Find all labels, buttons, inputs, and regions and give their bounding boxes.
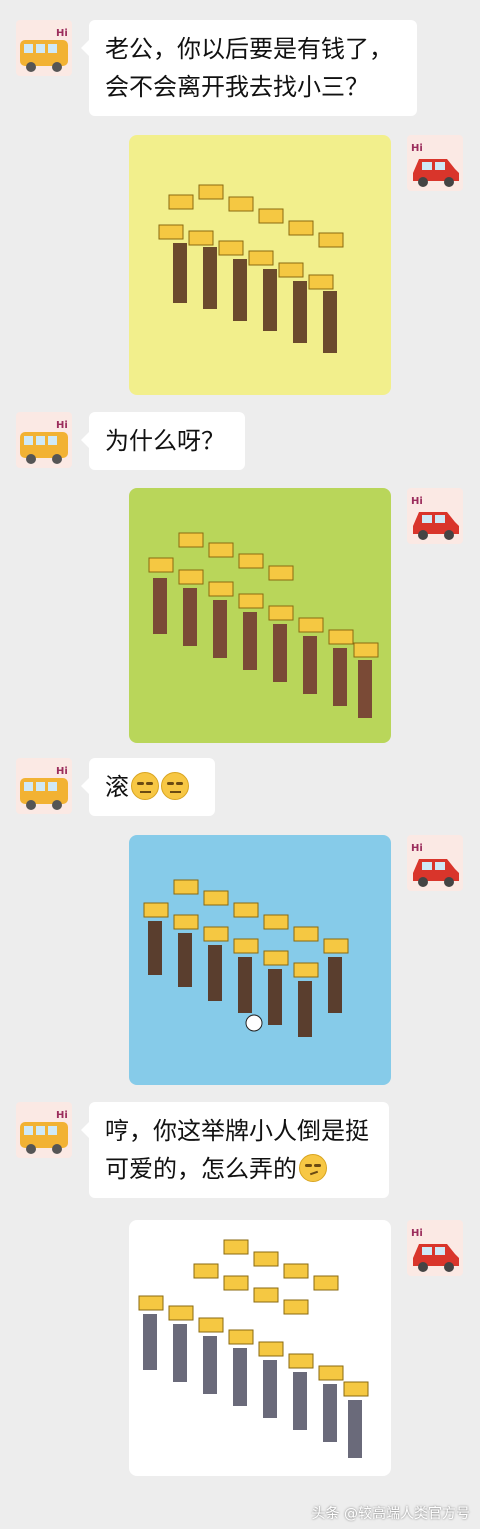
message-text-run: 滚 [105, 773, 129, 801]
message-bubble[interactable]: 为什么呀？ [81, 412, 245, 470]
unamused-face-icon [131, 772, 159, 800]
svg-text:Hi: Hi [411, 843, 423, 854]
svg-text:Hi: Hi [56, 420, 68, 431]
sign-people-sticker [129, 488, 391, 743]
red-car-icon: Hi [407, 135, 463, 191]
sign-people-sticker [129, 135, 391, 395]
svg-text:Hi: Hi [56, 28, 68, 39]
avatar-right-car[interactable]: Hi [407, 835, 463, 891]
sticker-image[interactable] [129, 835, 391, 1085]
message-text: 老公，你以后要是有钱了， [105, 35, 393, 63]
sticker-image[interactable] [129, 135, 391, 395]
message-text: 会不会离开我去找小三？ [105, 73, 369, 101]
svg-text:Hi: Hi [411, 143, 423, 154]
red-car-icon: Hi [407, 835, 463, 891]
sticker-image[interactable] [129, 488, 391, 743]
message-bubble[interactable]: 哼，你这举牌小人倒是挺 可爱的，怎么弄的 [81, 1102, 389, 1198]
avatar-right-car[interactable]: Hi [407, 1220, 463, 1276]
message-text: 可爱的，怎么弄的 [105, 1150, 373, 1188]
svg-text:Hi: Hi [56, 766, 68, 777]
avatar-left-bus[interactable]: Hi [16, 20, 72, 76]
message-bubble[interactable]: 滚 [81, 758, 215, 816]
message-text: 滚 [105, 768, 199, 806]
sticker-image[interactable] [129, 1220, 391, 1476]
watermark: 头条 @较高端人类官方号 [311, 1506, 470, 1522]
avatar-right-car[interactable]: Hi [407, 488, 463, 544]
svg-text:Hi: Hi [411, 1228, 423, 1239]
message-text: 为什么呀？ [105, 427, 225, 455]
bus-icon: Hi [16, 412, 72, 468]
avatar-left-bus[interactable]: Hi [16, 412, 72, 468]
red-car-icon: Hi [407, 1220, 463, 1276]
bus-icon: Hi [16, 758, 72, 814]
message-text-run: 可爱的，怎么弄的 [105, 1155, 297, 1183]
sign-people-sticker [129, 835, 391, 1085]
avatar-left-bus[interactable]: Hi [16, 1102, 72, 1158]
svg-text:Hi: Hi [56, 1110, 68, 1121]
red-car-icon: Hi [407, 488, 463, 544]
bus-icon: Hi [16, 20, 72, 76]
sign-people-sticker [129, 1220, 391, 1476]
svg-text:Hi: Hi [411, 496, 423, 507]
message-text: 哼，你这举牌小人倒是挺 [105, 1117, 369, 1145]
message-bubble[interactable]: 老公，你以后要是有钱了， 会不会离开我去找小三？ [81, 20, 417, 116]
avatar-left-bus[interactable]: Hi [16, 758, 72, 814]
thinking-face-icon [299, 1154, 327, 1182]
avatar-right-car[interactable]: Hi [407, 135, 463, 191]
unamused-face-icon [161, 772, 189, 800]
bus-icon: Hi [16, 1102, 72, 1158]
